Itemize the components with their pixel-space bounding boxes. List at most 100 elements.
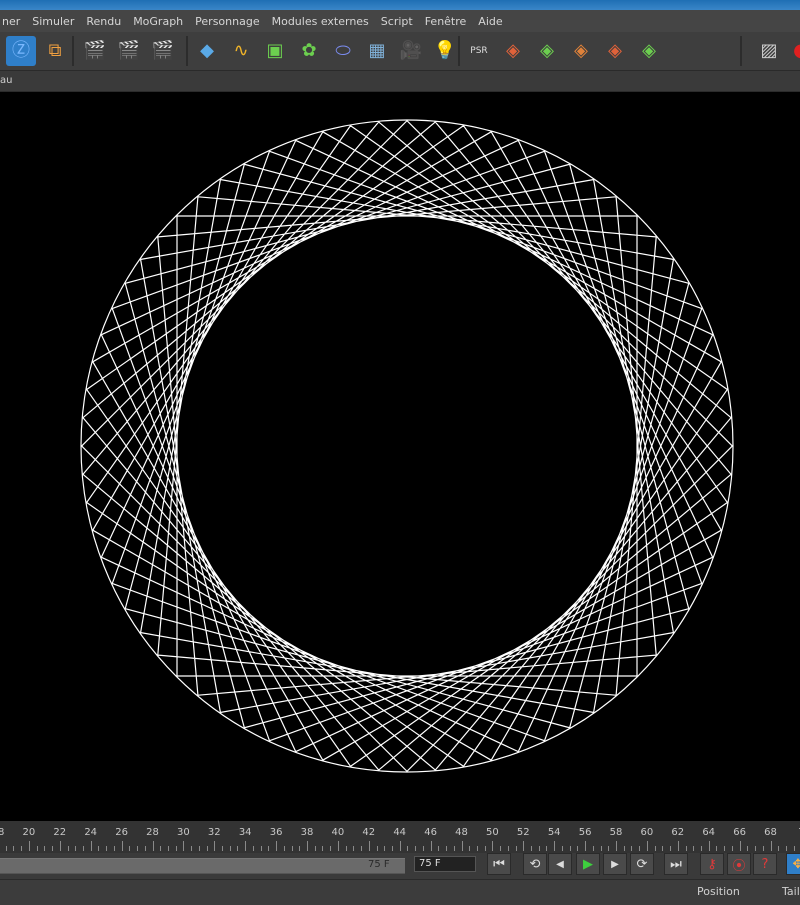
- light-bulb-icon[interactable]: 💡: [430, 36, 460, 66]
- menu-item-fichier[interactable]: ner: [0, 15, 26, 28]
- record-keys-icon[interactable]: ⚷: [700, 853, 724, 875]
- timeline-minor-tick: [569, 846, 571, 851]
- timeline-minor-tick: [670, 846, 671, 851]
- timeline-minor-tick: [198, 846, 200, 851]
- auto-key-icon[interactable]: ⦿: [727, 853, 751, 875]
- timeline-minor-tick: [453, 846, 455, 851]
- cube-primitive-icon[interactable]: ◆: [192, 36, 222, 66]
- timeline-tick-label: 38: [300, 827, 314, 838]
- timeline-minor-tick: [353, 846, 355, 851]
- menu-item-script[interactable]: Script: [375, 15, 419, 28]
- timeline-minor-tick: [222, 846, 223, 851]
- object-axis-icon[interactable]: ⧉: [40, 36, 70, 66]
- menu-item-aide[interactable]: Aide: [472, 15, 508, 28]
- timeline-minor-tick: [469, 846, 471, 851]
- timeline-minor-tick: [577, 846, 579, 851]
- toolbar-separator: [458, 36, 460, 66]
- menu-item-fenetre[interactable]: Fenêtre: [419, 15, 473, 28]
- timeline-minor-tick: [345, 846, 347, 851]
- timeline-minor-tick: [175, 846, 177, 851]
- viewport[interactable]: [0, 92, 800, 821]
- timeline-minor-tick: [113, 846, 115, 851]
- timeline-minor-tick: [252, 846, 254, 851]
- outer-ring-outline: [80, 119, 734, 773]
- move-keys-icon[interactable]: ✥: [786, 853, 800, 875]
- toolbar-separator: [186, 36, 188, 66]
- psr-icon[interactable]: PSR: [464, 36, 494, 66]
- timeline-minor-tick: [662, 846, 664, 851]
- menu-item-simuler[interactable]: Simuler: [26, 15, 80, 28]
- timeline-minor-tick: [229, 846, 231, 851]
- timeline-minor-tick: [291, 846, 293, 851]
- menu-item-rendu[interactable]: Rendu: [80, 15, 127, 28]
- go-to-start-icon[interactable]: ⏮: [487, 853, 511, 875]
- timeline-minor-tick: [106, 846, 108, 851]
- menu-item-personnage[interactable]: Personnage: [189, 15, 265, 28]
- timeline-minor-tick: [268, 846, 270, 851]
- timeline-tick-label: 66: [733, 827, 746, 838]
- keyframe-selection-icon[interactable]: ?: [753, 853, 777, 875]
- timeline-tick: [430, 841, 432, 851]
- timeline-minor-tick: [507, 846, 509, 851]
- render-view-icon[interactable]: 🎬: [80, 36, 110, 66]
- timeline-tick-label: 34: [238, 827, 252, 838]
- menu-item-mograph[interactable]: MoGraph: [127, 15, 189, 28]
- timeline-tick-label: 48: [455, 827, 468, 838]
- timeline-tick: [461, 841, 463, 851]
- knife-tool-icon[interactable]: ◈: [532, 36, 562, 66]
- deformer-icon[interactable]: ⬭: [328, 36, 358, 66]
- timeline-minor-tick: [700, 846, 702, 851]
- polygon-pen-icon[interactable]: ◈: [498, 36, 528, 66]
- floor-scene-icon[interactable]: ▦: [362, 36, 392, 66]
- timeline-minor-tick: [631, 846, 633, 851]
- material-cube-icon[interactable]: ▨: [754, 36, 784, 66]
- timeline-minor-tick: [515, 846, 517, 851]
- timeline-tick-label: 52: [516, 827, 530, 838]
- timeline-minor-tick: [623, 846, 625, 851]
- menu-item-modules-externes[interactable]: Modules externes: [266, 15, 375, 28]
- timeline-minor-tick: [5, 846, 7, 851]
- timeline-minor-tick: [44, 846, 46, 851]
- next-key-icon[interactable]: ⟳: [630, 853, 654, 875]
- timeline-tick-label: 36: [269, 827, 283, 838]
- timeline-minor-tick: [137, 846, 138, 851]
- render-settings-icon[interactable]: 🎬: [148, 36, 178, 66]
- toolbar-separator: [72, 36, 74, 66]
- play-icon[interactable]: ▶: [576, 853, 600, 875]
- camera-icon[interactable]: 🎥: [396, 36, 426, 66]
- spline-pen-icon[interactable]: ∿: [226, 36, 256, 66]
- previous-key-icon[interactable]: ⟲: [523, 853, 547, 875]
- timeline-tick: [708, 841, 710, 851]
- timeline-minor-tick: [531, 846, 532, 851]
- viewport-title: au: [0, 75, 13, 86]
- timeline-minor-tick: [716, 846, 718, 851]
- timeline-minor-tick: [384, 846, 386, 851]
- bevel-tool-icon[interactable]: ◈: [600, 36, 630, 66]
- bridge-tool-icon[interactable]: ◈: [634, 36, 664, 66]
- next-frame-icon[interactable]: ▶: [603, 853, 627, 875]
- end-frame-field[interactable]: 75 F: [414, 856, 476, 872]
- timeline-minor-tick: [592, 846, 594, 851]
- record-icon[interactable]: ●: [786, 36, 800, 66]
- title-bar: [0, 0, 800, 10]
- timeline-tick: [770, 841, 772, 851]
- extrude-tool-icon[interactable]: ◈: [566, 36, 596, 66]
- cloner-icon[interactable]: ✿: [294, 36, 324, 66]
- timeline-ruler[interactable]: 18 20 22 24 26 28 30 32 34 36 38 40 42 44 46 48 50 52 54 56…: [0, 821, 800, 853]
- axis-z-icon[interactable]: Ⓩ: [6, 36, 36, 66]
- timeline-tick: [90, 841, 92, 851]
- subdivision-surface-icon[interactable]: ▣: [260, 36, 290, 66]
- timeline-tick: [121, 841, 123, 851]
- timeline-slider[interactable]: [0, 858, 405, 874]
- render-picture-viewer-icon[interactable]: 🎬: [114, 36, 144, 66]
- timeline-minor-tick: [785, 846, 787, 851]
- go-to-end-icon[interactable]: ⏭: [664, 853, 688, 875]
- timeline-tick-label: 20: [22, 827, 36, 838]
- toolbar-separator: [740, 36, 742, 66]
- timeline-minor-tick: [322, 846, 324, 851]
- attributes-header: [0, 879, 800, 905]
- timeline-minor-tick: [314, 846, 316, 851]
- timeline-minor-tick: [144, 846, 146, 851]
- previous-frame-icon[interactable]: ◀: [548, 853, 572, 875]
- timeline-tick: [368, 841, 370, 851]
